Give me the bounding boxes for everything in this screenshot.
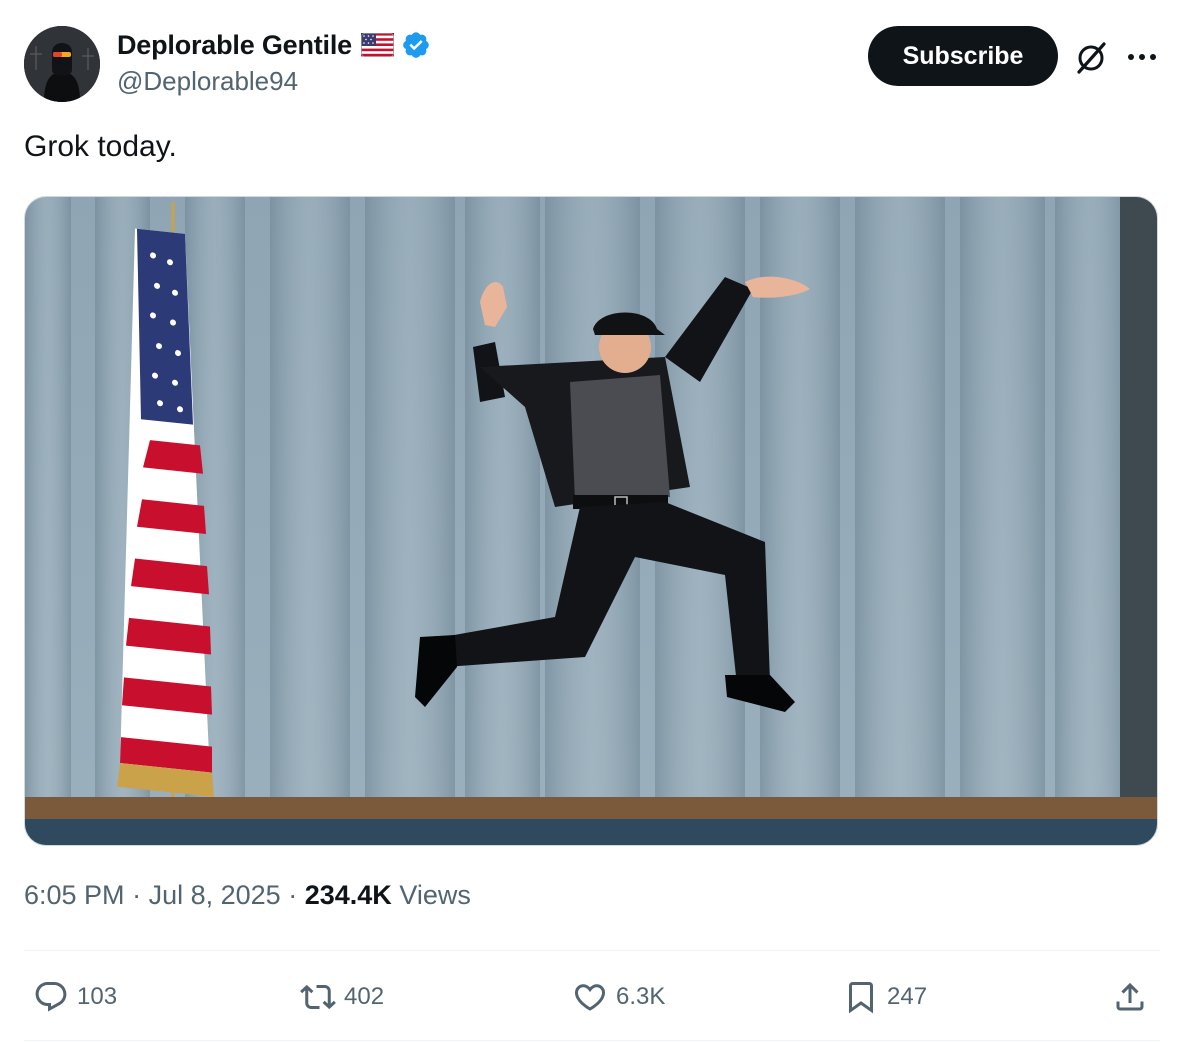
repost-icon: [300, 984, 336, 1010]
reply-button[interactable]: 103: [33, 975, 117, 1019]
meta-separator: ·: [288, 880, 298, 910]
reply-icon: [35, 982, 67, 1012]
share-icon: [1116, 982, 1144, 1011]
more-icon[interactable]: [1124, 42, 1160, 72]
avatar[interactable]: [24, 26, 100, 102]
share-button[interactable]: [1112, 975, 1148, 1019]
bookmark-button[interactable]: 247: [843, 975, 927, 1019]
views-count: 234.4K: [304, 880, 392, 910]
tweet-time[interactable]: 6:05 PM: [24, 880, 125, 910]
author-name-row[interactable]: Deplorable Gentile: [117, 28, 431, 62]
repost-button[interactable]: 402: [300, 975, 384, 1019]
bookmark-count: 247: [887, 983, 928, 1010]
subscribe-button[interactable]: Subscribe: [868, 26, 1058, 86]
views-label: Views: [399, 880, 471, 910]
meta-separator: ·: [132, 880, 142, 910]
grok-icon[interactable]: [1073, 40, 1109, 76]
tweet-text: Grok today.: [24, 130, 177, 163]
divider: [24, 950, 1160, 951]
tweet-date[interactable]: Jul 8, 2025: [149, 880, 281, 910]
bookmark-icon: [849, 982, 873, 1014]
verified-badge-icon[interactable]: [401, 30, 431, 60]
heart-icon: [574, 984, 606, 1011]
media-photo: [25, 197, 1157, 845]
author-display-name[interactable]: Deplorable Gentile: [117, 30, 352, 61]
like-button[interactable]: 6.3K: [572, 975, 665, 1019]
us-flag-icon: [360, 33, 394, 57]
tweet-media[interactable]: [24, 196, 1158, 846]
repost-count: 402: [344, 983, 385, 1010]
like-count: 6.3K: [616, 983, 666, 1010]
divider: [24, 1040, 1160, 1041]
author-handle[interactable]: @Deplorable94: [117, 66, 298, 97]
avatar-image: [24, 26, 100, 102]
reply-count: 103: [77, 983, 118, 1010]
tweet-meta: 6:05 PM · Jul 8, 2025 · 234.4K Views: [24, 880, 471, 911]
